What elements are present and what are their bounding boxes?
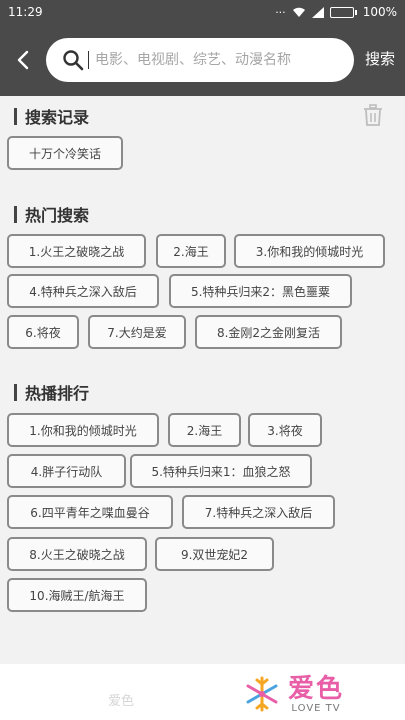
hot-play-chip[interactable]: 10.海贼王/航海王 [7,578,147,612]
search-header: 搜索 [0,24,405,96]
hot-search-chip[interactable]: 4.特种兵之深入敌后 [7,274,159,308]
status-bar: 11:29 ··· 100% [0,0,405,24]
logo-text: 爱色 [288,673,345,704]
search-box[interactable] [46,38,354,82]
chevron-left-icon [17,50,29,70]
search-input[interactable] [95,52,335,68]
battery-percent: 100% [362,5,397,19]
hot-play-chip[interactable]: 6.四平青年之喋血曼谷 [7,495,173,529]
hot-play-title: 热播排行 [25,384,90,403]
signal-icon [311,6,324,18]
search-icon [63,50,84,71]
hot-search-section-title: 热门搜索 [14,202,89,226]
text-cursor [88,51,89,69]
hot-search-chip[interactable]: 2.海王 [156,234,226,268]
wifi-icon [292,7,305,17]
trash-icon[interactable] [363,104,383,126]
hot-play-chip[interactable]: 1.你和我的倾城时光 [7,413,159,447]
hot-search-chip[interactable]: 7.大约是爱 [88,315,186,349]
hot-play-section-title: 热播排行 [14,380,89,404]
back-button[interactable] [12,48,34,72]
hot-search-chip[interactable]: 8.金刚2之金刚复活 [195,315,342,349]
history-title: 搜索记录 [25,108,90,127]
hot-search-chip[interactable]: 6.将夜 [7,315,79,349]
history-chip[interactable]: 十万个冷笑话 [7,136,123,170]
footer-strip [0,664,405,720]
hot-play-chip[interactable]: 9.双世宠妃2 [155,537,274,571]
hot-play-chip[interactable]: 8.火王之破晓之战 [7,537,147,571]
hot-search-chip[interactable]: 1.火王之破晓之战 [7,234,146,268]
app-logo: 爱色 LOVE TV [242,674,344,714]
hot-play-chip[interactable]: 5.特种兵归来1：血狼之怒 [130,454,312,488]
hot-play-chip[interactable]: 3.将夜 [248,413,322,447]
hot-search-title: 热门搜索 [25,206,90,225]
hot-play-chip[interactable]: 4.胖子行动队 [7,454,126,488]
hot-search-chip[interactable]: 5.特种兵归来2：黑色噩粟 [169,274,352,308]
search-button[interactable]: 搜索 [365,48,395,69]
history-section-title: 搜索记录 [14,104,89,128]
hot-search-chip[interactable]: 3.你和我的倾城时光 [234,234,385,268]
logo-subtext: LOVE TV [291,702,341,714]
battery-icon [329,6,357,18]
hot-play-chip[interactable]: 7.特种兵之深入敌后 [182,495,335,529]
status-icons: ··· 100% [275,5,397,19]
signal-dots-icon: ··· [275,5,286,19]
snowflake-logo-icon [246,676,278,712]
status-time: 11:29 [8,5,43,19]
hot-play-chip[interactable]: 2.海王 [168,413,241,447]
faded-watermark-text: 爱色 [108,694,135,709]
